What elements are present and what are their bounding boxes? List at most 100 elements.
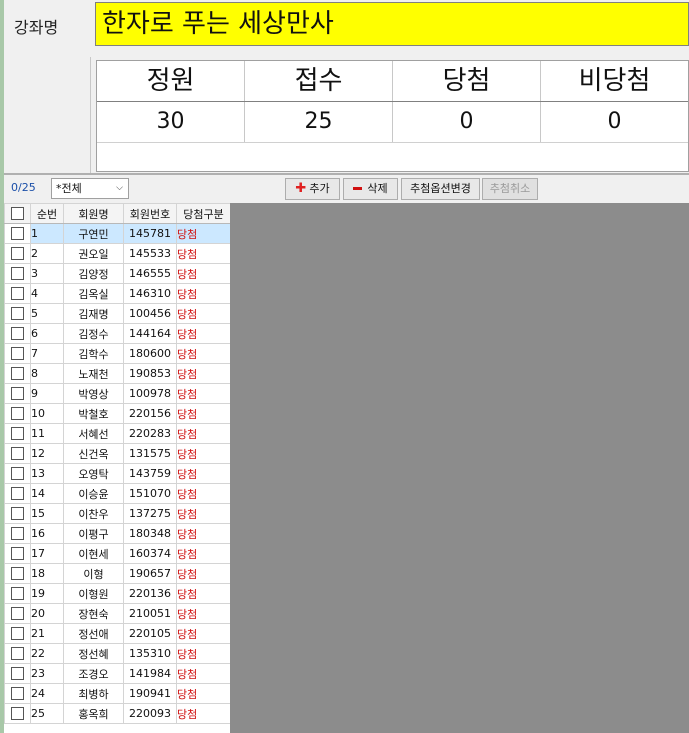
row-number: 20 bbox=[30, 603, 64, 624]
member-name: 이형원 bbox=[63, 583, 124, 604]
filter-dropdown[interactable]: *전체 ⌵ bbox=[51, 178, 129, 199]
member-name: 오영탁 bbox=[63, 463, 124, 484]
table-row[interactable]: 8 노재천 190853 당첨 bbox=[4, 363, 230, 384]
row-number: 4 bbox=[30, 283, 64, 304]
row-checkbox[interactable] bbox=[4, 503, 31, 524]
member-name: 김양정 bbox=[63, 263, 124, 284]
table-row[interactable]: 20 장현숙 210051 당첨 bbox=[4, 603, 230, 624]
member-name: 서혜선 bbox=[63, 423, 124, 444]
row-checkbox[interactable] bbox=[4, 463, 31, 484]
row-checkbox[interactable] bbox=[4, 543, 31, 564]
table-row[interactable]: 2 권오일 145533 당첨 bbox=[4, 243, 230, 264]
member-name: 이형 bbox=[63, 563, 124, 584]
row-checkbox[interactable] bbox=[4, 583, 31, 604]
row-checkbox[interactable] bbox=[4, 363, 31, 384]
row-checkbox[interactable] bbox=[4, 563, 31, 584]
table-row[interactable]: 19 이형원 220136 당첨 bbox=[4, 583, 230, 604]
table-row[interactable]: 12 신건옥 131575 당첨 bbox=[4, 443, 230, 464]
row-checkbox[interactable] bbox=[4, 483, 31, 504]
table-row[interactable]: 16 이평구 180348 당첨 bbox=[4, 523, 230, 544]
member-id: 145781 bbox=[123, 223, 177, 244]
add-button[interactable]: ✚ 추가 bbox=[285, 178, 340, 200]
member-id: 220156 bbox=[123, 403, 177, 424]
member-id: 100456 bbox=[123, 303, 177, 324]
table-row[interactable]: 18 이형 190657 당첨 bbox=[4, 563, 230, 584]
table-row[interactable]: 13 오영탁 143759 당첨 bbox=[4, 463, 230, 484]
table-row[interactable]: 25 홍옥희 220093 당첨 bbox=[4, 703, 230, 724]
table-row[interactable]: 21 정선애 220105 당첨 bbox=[4, 623, 230, 644]
table-row[interactable]: 6 김정수 144164 당첨 bbox=[4, 323, 230, 344]
row-checkbox[interactable] bbox=[4, 423, 31, 444]
member-name: 김재명 bbox=[63, 303, 124, 324]
row-checkbox[interactable] bbox=[4, 303, 31, 324]
checkbox-icon bbox=[11, 327, 24, 341]
table-header-row: 순번 회원명 회원번호 당첨구분 bbox=[4, 203, 230, 224]
row-checkbox[interactable] bbox=[4, 323, 31, 344]
table-row[interactable]: 11 서혜선 220283 당첨 bbox=[4, 423, 230, 444]
row-checkbox[interactable] bbox=[4, 263, 31, 284]
row-checkbox[interactable] bbox=[4, 443, 31, 464]
row-checkbox[interactable] bbox=[4, 603, 31, 624]
delete-button[interactable]: 삭제 bbox=[343, 178, 398, 200]
member-name: 이승윤 bbox=[63, 483, 124, 504]
member-id: 100978 bbox=[123, 383, 177, 404]
course-header: 강좌명 한자로 푸는 세상만사 bbox=[4, 0, 689, 58]
member-id: 141984 bbox=[123, 663, 177, 684]
row-checkbox[interactable] bbox=[4, 703, 31, 724]
table-row[interactable]: 17 이현세 160374 당첨 bbox=[4, 543, 230, 564]
table-row[interactable]: 10 박철호 220156 당첨 bbox=[4, 403, 230, 424]
table-row[interactable]: 5 김재명 100456 당첨 bbox=[4, 303, 230, 324]
stats-value-not-won: 0 bbox=[607, 109, 622, 134]
row-checkbox[interactable] bbox=[4, 403, 31, 424]
row-checkbox[interactable] bbox=[4, 223, 31, 244]
row-checkbox[interactable] bbox=[4, 283, 31, 304]
stats-area: 정원 접수 당첨 비당첨 30 25 0 0 bbox=[4, 57, 689, 173]
draw-result: 당첨 bbox=[176, 683, 230, 704]
table-row[interactable]: 9 박영상 100978 당첨 bbox=[4, 383, 230, 404]
selection-count: 0/25 bbox=[11, 181, 36, 194]
checkbox-icon bbox=[11, 507, 24, 521]
row-checkbox[interactable] bbox=[4, 623, 31, 644]
row-checkbox[interactable] bbox=[4, 383, 31, 404]
table-row[interactable]: 1 구연민 145781 당첨 bbox=[4, 223, 230, 244]
column-header-name[interactable]: 회원명 bbox=[63, 203, 124, 224]
row-checkbox[interactable] bbox=[4, 523, 31, 544]
draw-result: 당첨 bbox=[176, 263, 230, 284]
column-header-result[interactable]: 당첨구분 bbox=[176, 203, 230, 224]
stats-header-won: 당첨 bbox=[393, 61, 541, 101]
row-checkbox[interactable] bbox=[4, 243, 31, 264]
stats-separator bbox=[90, 57, 91, 173]
stats-header-capacity: 정원 bbox=[97, 61, 245, 101]
draw-option-button[interactable]: 추첨옵션변경 bbox=[401, 178, 480, 200]
member-name: 정선혜 bbox=[63, 643, 124, 664]
table-row[interactable]: 3 김양정 146555 당첨 bbox=[4, 263, 230, 284]
draw-cancel-button[interactable]: 추첨취소 bbox=[482, 178, 538, 200]
checkbox-icon bbox=[11, 387, 24, 401]
draw-result: 당첨 bbox=[176, 283, 230, 304]
table-row[interactable]: 24 최병하 190941 당첨 bbox=[4, 683, 230, 704]
course-title-field[interactable]: 한자로 푸는 세상만사 bbox=[95, 2, 689, 46]
row-checkbox[interactable] bbox=[4, 683, 31, 704]
member-name: 최병하 bbox=[63, 683, 124, 704]
checkbox-icon bbox=[11, 427, 24, 441]
row-checkbox[interactable] bbox=[4, 663, 31, 684]
checkbox-icon bbox=[11, 227, 24, 241]
table-row[interactable]: 14 이승윤 151070 당첨 bbox=[4, 483, 230, 504]
column-header-no[interactable]: 순번 bbox=[30, 203, 64, 224]
table-row[interactable]: 4 김옥실 146310 당첨 bbox=[4, 283, 230, 304]
member-id: 144164 bbox=[123, 323, 177, 344]
row-checkbox[interactable] bbox=[4, 343, 31, 364]
draw-result: 당첨 bbox=[176, 623, 230, 644]
column-header-id[interactable]: 회원번호 bbox=[123, 203, 177, 224]
table-row[interactable]: 15 이찬우 137275 당첨 bbox=[4, 503, 230, 524]
member-id: 143759 bbox=[123, 463, 177, 484]
toolbar: 0/25 *전체 ⌵ ✚ 추가 삭제 추첨옵션변경 추첨취소 bbox=[4, 176, 689, 202]
row-checkbox[interactable] bbox=[4, 643, 31, 664]
select-all-checkbox[interactable] bbox=[4, 203, 31, 224]
add-button-label: 추가 bbox=[309, 182, 330, 195]
draw-result: 당첨 bbox=[176, 303, 230, 324]
table-row[interactable]: 7 김학수 180600 당첨 bbox=[4, 343, 230, 364]
table-row[interactable]: 22 정선혜 135310 당첨 bbox=[4, 643, 230, 664]
table-row[interactable]: 23 조경오 141984 당첨 bbox=[4, 663, 230, 684]
row-number: 6 bbox=[30, 323, 64, 344]
